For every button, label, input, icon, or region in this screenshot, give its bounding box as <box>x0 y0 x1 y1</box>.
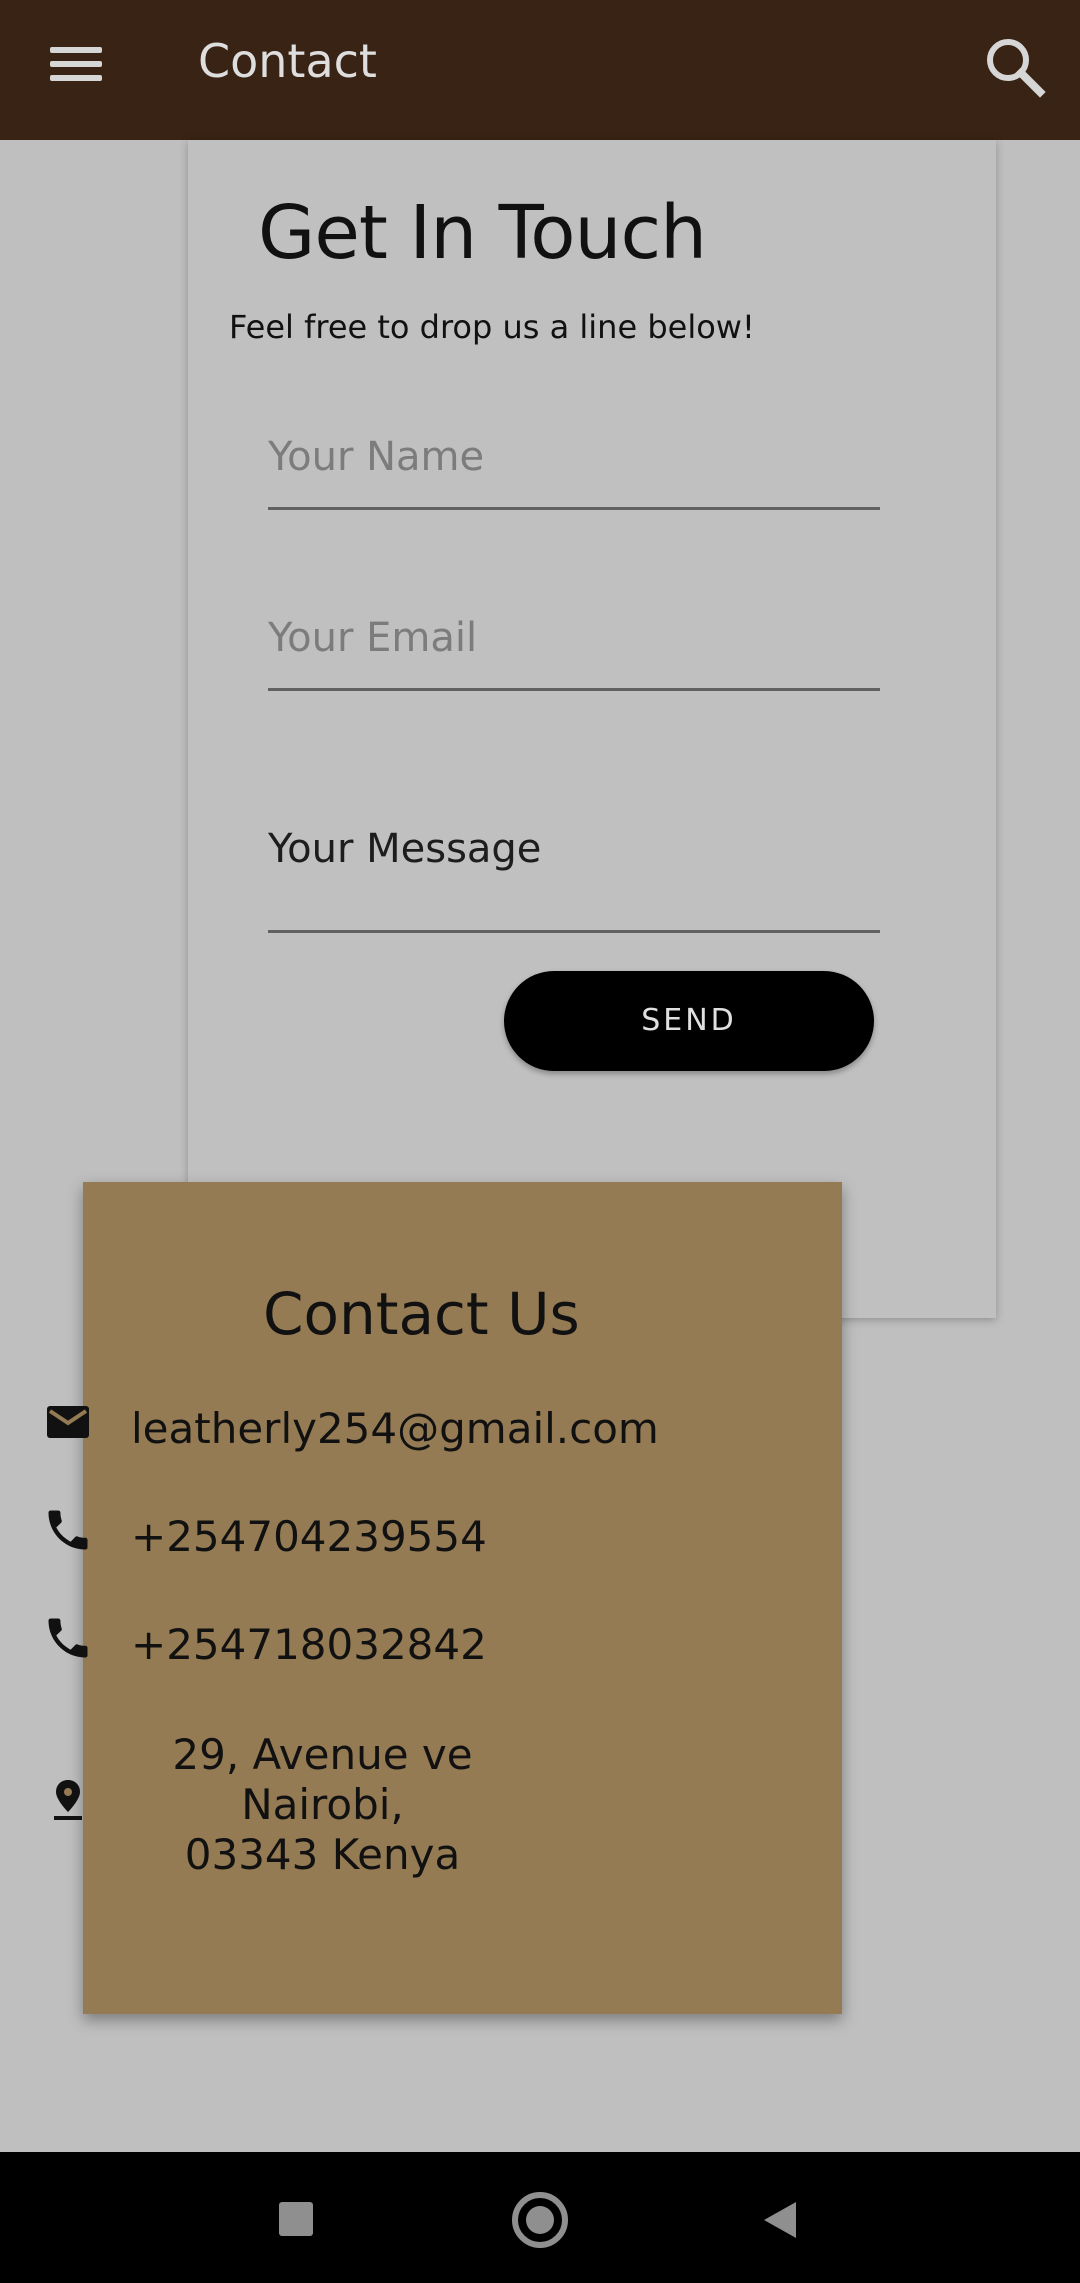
back-icon[interactable] <box>762 2200 798 2240</box>
app-bar: Contact <box>0 0 1080 140</box>
contact-email: leatherly254@gmail.com <box>131 1404 659 1453</box>
contact-title: Contact Us <box>263 1280 580 1348</box>
message-placeholder: Your Message <box>268 826 542 872</box>
send-button[interactable]: SEND <box>504 971 874 1071</box>
contact-phone-2: +254718032842 <box>131 1620 487 1669</box>
address-line-2: 03343 Kenya <box>184 1830 461 1879</box>
message-input[interactable]: Your Message <box>268 780 880 933</box>
address-line-1: 29, Avenue ve Nairobi, <box>172 1730 473 1829</box>
recent-apps-icon[interactable] <box>279 2202 313 2236</box>
hamburger-menu-icon[interactable] <box>40 34 112 106</box>
app-title: Contact <box>198 34 377 88</box>
email-input[interactable]: Your Email <box>268 601 880 691</box>
name-placeholder: Your Name <box>268 434 485 480</box>
location-pin-icon <box>42 1774 94 1826</box>
phone-icon <box>42 1612 94 1664</box>
home-icon[interactable] <box>512 2192 568 2248</box>
contact-phone-row-2[interactable]: +254718032842 <box>0 1598 759 1678</box>
mail-icon <box>42 1396 94 1448</box>
contact-phone-row-1[interactable]: +254704239554 <box>0 1490 759 1570</box>
contact-phone-1: +254704239554 <box>131 1512 487 1561</box>
contact-address: 29, Avenue ve Nairobi, 03343 Kenya <box>140 1730 505 1880</box>
form-title: Get In Touch <box>258 190 707 276</box>
phone-icon <box>42 1504 94 1556</box>
email-placeholder: Your Email <box>268 615 478 661</box>
form-subtitle: Feel free to drop us a line below! <box>229 308 755 346</box>
contact-screen: Contact Get In Touch Feel free to drop u… <box>0 0 1080 2283</box>
contact-email-row[interactable]: leatherly254@gmail.com <box>0 1382 759 1462</box>
get-in-touch-card: Get In Touch Feel free to drop us a line… <box>188 140 996 1318</box>
system-nav-bar <box>0 2152 1080 2283</box>
contact-address-row[interactable]: 29, Avenue ve Nairobi, 03343 Kenya <box>0 1730 759 1879</box>
search-icon[interactable] <box>976 28 1056 108</box>
name-input[interactable]: Your Name <box>268 420 880 510</box>
